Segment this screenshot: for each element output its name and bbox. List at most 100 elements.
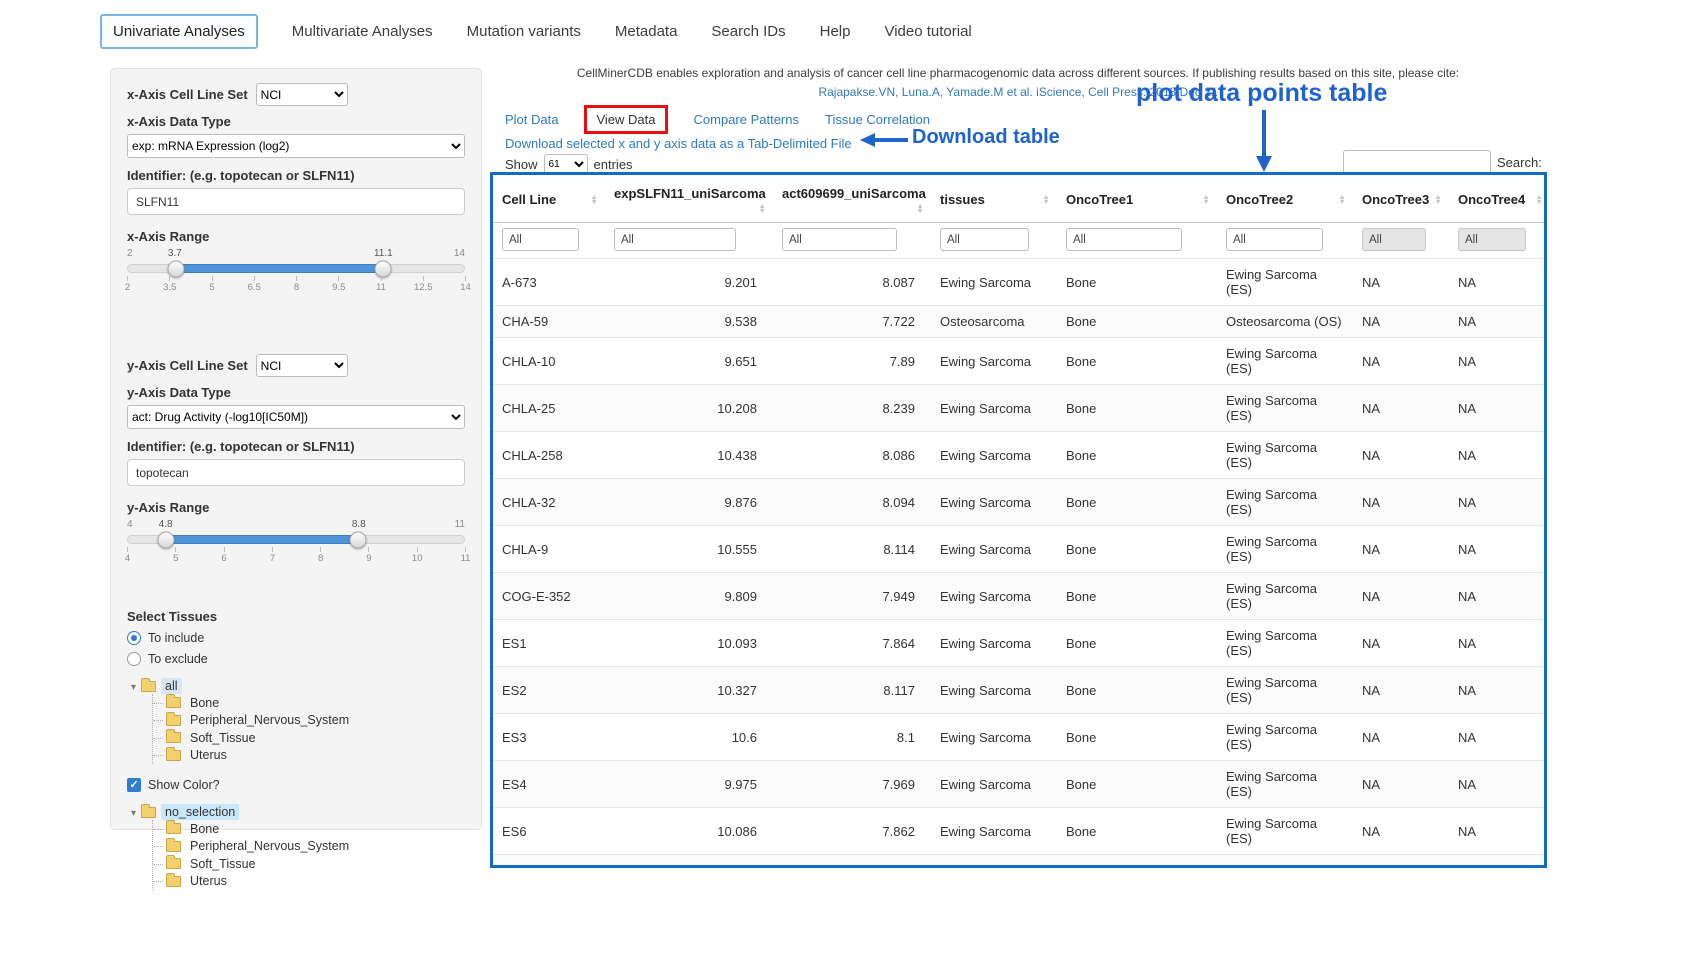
sort-icon[interactable]: ▴▾ — [918, 204, 922, 213]
tree-item-peripheral_nervous_system[interactable]: Peripheral_Nervous_System — [153, 712, 465, 730]
x-cell-line-set-select[interactable]: NCI — [256, 83, 348, 106]
column-filter-input[interactable] — [1226, 228, 1323, 251]
x-identifier-input[interactable] — [127, 188, 465, 215]
tab-view-data[interactable]: View Data — [596, 112, 655, 127]
table-row[interactable]: CHLA-2510.2088.239Ewing SarcomaBoneEwing… — [493, 385, 1547, 432]
table-row[interactable]: ES210.3278.117Ewing SarcomaBoneEwing Sar… — [493, 667, 1547, 714]
column-header[interactable]: OncoTree4 ▴▾ — [1449, 175, 1547, 223]
column-header[interactable]: Cell Line▴▾ — [493, 175, 605, 223]
table-row[interactable]: COG-E-3529.8097.949Ewing SarcomaBoneEwin… — [493, 573, 1547, 620]
y-identifier-input[interactable] — [127, 459, 465, 486]
table-cell: NA — [1353, 338, 1449, 385]
caret-down-icon[interactable] — [131, 805, 136, 819]
tree-item-label: Peripheral_Nervous_System — [186, 712, 353, 728]
sort-icon[interactable]: ▴▾ — [1436, 195, 1440, 204]
sort-icon[interactable]: ▴▾ — [1340, 195, 1344, 204]
column-header-label: OncoTree4 — [1458, 192, 1525, 207]
column-filter-input[interactable] — [940, 228, 1029, 251]
slider-track[interactable] — [127, 535, 465, 544]
sort-icon[interactable]: ▴▾ — [760, 204, 764, 213]
tissue-exclude-option[interactable]: To exclude — [127, 652, 465, 666]
checkbox-show-color-icon[interactable] — [127, 778, 141, 792]
slider-track[interactable] — [127, 264, 465, 273]
slider-handle-low[interactable] — [158, 531, 175, 548]
tab-plot-data[interactable]: Plot Data — [505, 112, 558, 127]
tree-root-no-selection[interactable]: no_selection — [131, 804, 465, 820]
table-row[interactable]: CHLA-329.8768.094Ewing SarcomaBoneEwing … — [493, 479, 1547, 526]
show-color-option[interactable]: Show Color? — [127, 778, 465, 792]
y-data-type-select[interactable]: act: Drug Activity (-log10[IC50M]) — [127, 405, 465, 429]
table-row[interactable]: ES710.7288.249Ewing SarcomaBoneEwing Sar… — [493, 855, 1547, 869]
y-range-slider[interactable]: 4 11 4.8 8.8 4567891011 — [127, 519, 465, 581]
x-data-type-label: x-Axis Data Type — [127, 114, 231, 129]
caret-down-icon[interactable] — [131, 679, 136, 693]
download-link[interactable]: Download selected x and y axis data as a… — [505, 136, 852, 151]
radio-exclude-icon[interactable] — [127, 652, 141, 666]
slider-handle-low[interactable] — [167, 260, 184, 277]
column-filter-input[interactable] — [1362, 228, 1426, 251]
slider-tick: 7 — [272, 547, 273, 552]
tab-multivariate-analyses[interactable]: Multivariate Analyses — [292, 23, 433, 40]
sort-icon[interactable]: ▴▾ — [1537, 195, 1541, 204]
y-cell-line-set-select[interactable]: NCI — [256, 354, 348, 377]
tree-item-soft_tissue[interactable]: Soft_Tissue — [153, 855, 465, 873]
column-filter-input[interactable] — [614, 228, 736, 251]
column-filter-input[interactable] — [782, 228, 897, 251]
table-row[interactable]: ES610.0867.862Ewing SarcomaBoneEwing Sar… — [493, 808, 1547, 855]
tab-search-ids[interactable]: Search IDs — [711, 23, 785, 40]
tab-video-tutorial[interactable]: Video tutorial — [884, 23, 971, 40]
tab-compare-patterns[interactable]: Compare Patterns — [694, 112, 800, 127]
radio-include-icon[interactable] — [127, 631, 141, 645]
table-row[interactable]: CHLA-109.6517.89Ewing SarcomaBoneEwing S… — [493, 338, 1547, 385]
x-data-type-select[interactable]: exp: mRNA Expression (log2) — [127, 134, 465, 158]
column-header[interactable]: OncoTree1▴▾ — [1057, 175, 1217, 223]
table-cell: NA — [1449, 714, 1547, 761]
tree-item-bone[interactable]: Bone — [153, 820, 465, 838]
tree-root-label[interactable]: no_selection — [161, 804, 239, 820]
tree-item-bone[interactable]: Bone — [153, 694, 465, 712]
tab-univariate-analyses[interactable]: Univariate Analyses — [100, 14, 258, 49]
tree-root-all[interactable]: all — [131, 678, 465, 694]
tab-mutation-variants[interactable]: Mutation variants — [467, 23, 581, 40]
entries-select[interactable]: 61 — [544, 154, 588, 174]
sort-icon[interactable]: ▴▾ — [1044, 195, 1048, 204]
tissue-include-option[interactable]: To include — [127, 631, 465, 645]
column-header[interactable]: OncoTree2▴▾ — [1217, 175, 1353, 223]
tree-item-uterus[interactable]: Uterus — [153, 747, 465, 765]
table-cell: Ewing Sarcoma — [931, 620, 1057, 667]
sort-icon[interactable]: ▴▾ — [592, 195, 596, 204]
column-header[interactable]: tissues▴▾ — [931, 175, 1057, 223]
table-cell: Ewing Sarcoma (ES) — [1217, 573, 1353, 620]
tree-item-soft_tissue[interactable]: Soft_Tissue — [153, 729, 465, 747]
table-row[interactable]: A-6739.2018.087Ewing SarcomaBoneEwing Sa… — [493, 259, 1547, 306]
column-filter-input[interactable] — [1066, 228, 1182, 251]
column-header[interactable]: OncoTree3▴▾ — [1353, 175, 1449, 223]
column-header[interactable]: expSLFN11_uniSarcoma▴▾ — [605, 175, 773, 223]
table-cell: 9.651 — [605, 338, 773, 385]
tab-help[interactable]: Help — [820, 23, 851, 40]
x-range-slider[interactable]: 2 14 3.7 11.1 23.556.589.51112.514 — [127, 248, 465, 310]
table-row[interactable]: ES310.68.1Ewing SarcomaBoneEwing Sarcoma… — [493, 714, 1547, 761]
column-filter-input[interactable] — [1458, 228, 1526, 251]
tab-tissue-correlation[interactable]: Tissue Correlation — [825, 112, 930, 127]
citation-link[interactable]: Rajapakse.VN, Luna.A, Yamade.M et al. iS… — [488, 85, 1548, 99]
slider-handle-high[interactable] — [350, 531, 367, 548]
table-cell: 7.862 — [773, 808, 931, 855]
tree-root-label[interactable]: all — [161, 678, 182, 694]
table-row[interactable]: CHLA-25810.4388.086Ewing SarcomaBoneEwin… — [493, 432, 1547, 479]
tree-item-peripheral_nervous_system[interactable]: Peripheral_Nervous_System — [153, 838, 465, 856]
table-cell: Osteosarcoma — [931, 306, 1057, 338]
column-header[interactable]: act609699_uniSarcoma▴▾ — [773, 175, 931, 223]
sort-icon[interactable]: ▴▾ — [1204, 195, 1208, 204]
table-cell: 8.249 — [773, 855, 931, 869]
tree-item-uterus[interactable]: Uterus — [153, 873, 465, 891]
table-row[interactable]: CHLA-910.5558.114Ewing SarcomaBoneEwing … — [493, 526, 1547, 573]
tab-metadata[interactable]: Metadata — [615, 23, 678, 40]
column-filter-input[interactable] — [502, 228, 579, 251]
table-row[interactable]: ES110.0937.864Ewing SarcomaBoneEwing Sar… — [493, 620, 1547, 667]
table-row[interactable]: ES49.9757.969Ewing SarcomaBoneEwing Sarc… — [493, 761, 1547, 808]
table-cell: CHLA-10 — [493, 338, 605, 385]
table-row[interactable]: CHA-599.5387.722OsteosarcomaBoneOsteosar… — [493, 306, 1547, 338]
slider-handle-high[interactable] — [374, 260, 391, 277]
table-cell: NA — [1449, 259, 1547, 306]
